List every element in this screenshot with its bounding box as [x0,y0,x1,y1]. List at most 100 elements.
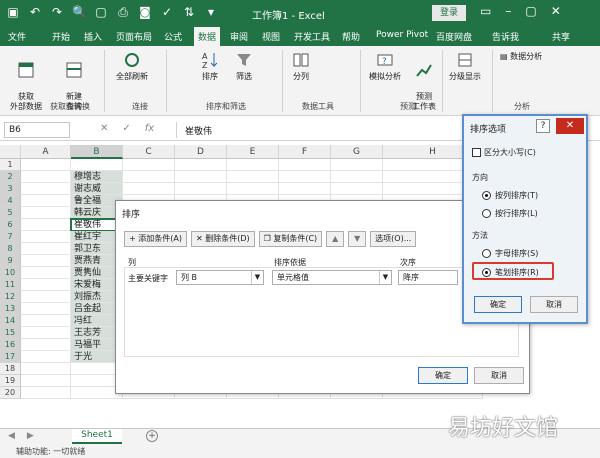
grid-cell[interactable] [123,159,175,171]
text-to-columns-button[interactable]: 分列 [288,50,314,82]
ribbon-display-icon[interactable]: ▭ [480,4,491,18]
redo-icon[interactable]: ↷ [50,5,64,20]
customize-qat-icon[interactable]: ▾ [204,5,218,20]
get-external-data-button[interactable]: 获取 外部数据 [4,50,48,112]
grid-cell[interactable] [21,243,71,255]
grid-cell[interactable] [331,159,383,171]
grid-cell[interactable] [227,171,279,183]
fx-icon[interactable]: fx [145,123,154,134]
enter-icon[interactable]: ✓ [122,123,130,134]
options-button[interactable]: 选项(O)... [370,231,417,247]
row-header[interactable]: 7 [0,231,21,243]
row-header[interactable]: 13 [0,303,21,315]
tell-me-search[interactable]: 告诉我 [492,30,519,43]
tab-page-layout[interactable]: 页面布局 [116,30,152,43]
tab-data[interactable]: 数据 [194,27,221,46]
column-header-c[interactable]: C [123,145,175,159]
row-header[interactable]: 2 [0,171,21,183]
tab-view[interactable]: 视图 [262,30,280,43]
print-preview-icon[interactable]: 🔍 [72,5,87,20]
column-header-f[interactable]: F [279,145,331,159]
sort-on-select[interactable]: 单元格值 ▼ [272,270,392,285]
camera-icon[interactable]: ◙ [138,5,152,20]
help-button[interactable]: ? [536,119,550,133]
share-button[interactable]: 共享 [552,30,570,43]
row-header[interactable]: 11 [0,279,21,291]
grid-cell[interactable] [279,171,331,183]
add-level-button[interactable]: + 添加条件(A) [124,231,187,247]
grid-cell[interactable] [227,183,279,195]
grid-cell[interactable] [21,219,71,231]
login-button[interactable]: 登录 [432,5,466,21]
grid-cell[interactable] [21,159,71,171]
row-header[interactable]: 5 [0,207,21,219]
spell-check-icon[interactable]: ✓ [160,5,174,20]
undo-icon[interactable]: ↶ [28,5,42,20]
cancel-icon[interactable]: ✕ [100,123,108,134]
copy-level-button[interactable]: ❐ 复制条件(C) [258,231,323,247]
grid-cell[interactable] [331,171,383,183]
tab-developer[interactable]: 开发工具 [294,30,330,43]
column-header-d[interactable]: D [175,145,227,159]
row-header[interactable]: 19 [0,375,21,387]
prev-sheet-icon[interactable]: ◀ [8,431,15,441]
grid-cell[interactable] [21,279,71,291]
tab-insert[interactable]: 插入 [84,30,102,43]
grid-cell[interactable] [21,315,71,327]
add-sheet-icon[interactable]: + [146,430,158,442]
grid-cell[interactable] [21,363,71,375]
minimize-icon[interactable]: – [505,4,511,18]
row-header[interactable]: 9 [0,255,21,267]
grid-cell[interactable] [21,255,71,267]
tab-file[interactable]: 文件 [8,30,26,43]
grid-cell[interactable] [21,387,71,399]
row-header[interactable]: 4 [0,195,21,207]
outline-button[interactable]: 分级显示 [446,50,484,82]
sort-column-select[interactable]: 列 B ▼ [176,270,264,285]
grid-cell[interactable] [21,327,71,339]
grid-cell[interactable] [331,183,383,195]
options-ok-button[interactable]: 确定 [474,296,522,313]
sort-button[interactable]: AZ 排序 [198,50,222,82]
sort-by-row-radio[interactable]: 按行排序(L) [482,208,538,219]
row-header[interactable]: 10 [0,267,21,279]
grid-cell[interactable] [21,291,71,303]
grid-cell[interactable] [227,159,279,171]
row-header[interactable]: 15 [0,327,21,339]
case-sensitive-checkbox[interactable]: 区分大小写(C) [472,147,536,158]
column-header-e[interactable]: E [227,145,279,159]
formula-input[interactable]: 崔敬伟 [176,122,456,138]
row-header[interactable]: 3 [0,183,21,195]
row-header[interactable]: 14 [0,315,21,327]
grid-cell[interactable] [21,207,71,219]
refresh-all-button[interactable]: 全部刷新 [110,50,154,82]
grid-cell[interactable] [123,171,175,183]
sheet-tab[interactable]: Sheet1 [72,429,122,444]
row-header[interactable]: 6 [0,219,21,231]
sort-cancel-button[interactable]: 取消 [474,367,524,384]
tab-formulas[interactable]: 公式 [164,30,182,43]
grid-cell[interactable] [21,267,71,279]
grid-cell[interactable] [71,159,123,171]
tab-baidu-netdisk[interactable]: 百度网盘 [436,30,472,43]
select-all-corner[interactable] [0,145,21,159]
grid-cell[interactable] [21,231,71,243]
new-file-icon[interactable]: ▢ [94,5,108,20]
grid-cell[interactable] [21,375,71,387]
row-header[interactable]: 17 [0,351,21,363]
grid-cell[interactable] [175,159,227,171]
close-icon[interactable]: ✕ [551,4,561,18]
options-cancel-button[interactable]: 取消 [530,296,578,313]
column-header-b[interactable]: B [71,145,123,159]
grid-cell[interactable] [175,171,227,183]
row-header[interactable]: 8 [0,243,21,255]
tab-review[interactable]: 审阅 [230,30,248,43]
grid-cell[interactable] [175,183,227,195]
filter-button[interactable]: 筛选 [232,50,256,82]
tab-help[interactable]: 帮助 [342,30,360,43]
delete-level-button[interactable]: ✕ 删除条件(D) [190,231,255,247]
quick-print-icon[interactable]: ⎙ [116,5,130,20]
next-sheet-icon[interactable]: ▶ [27,431,34,441]
grid-cell[interactable]: 谢志威 [71,183,123,195]
stroke-sort-radio[interactable]: 笔划排序(R) [482,267,539,278]
